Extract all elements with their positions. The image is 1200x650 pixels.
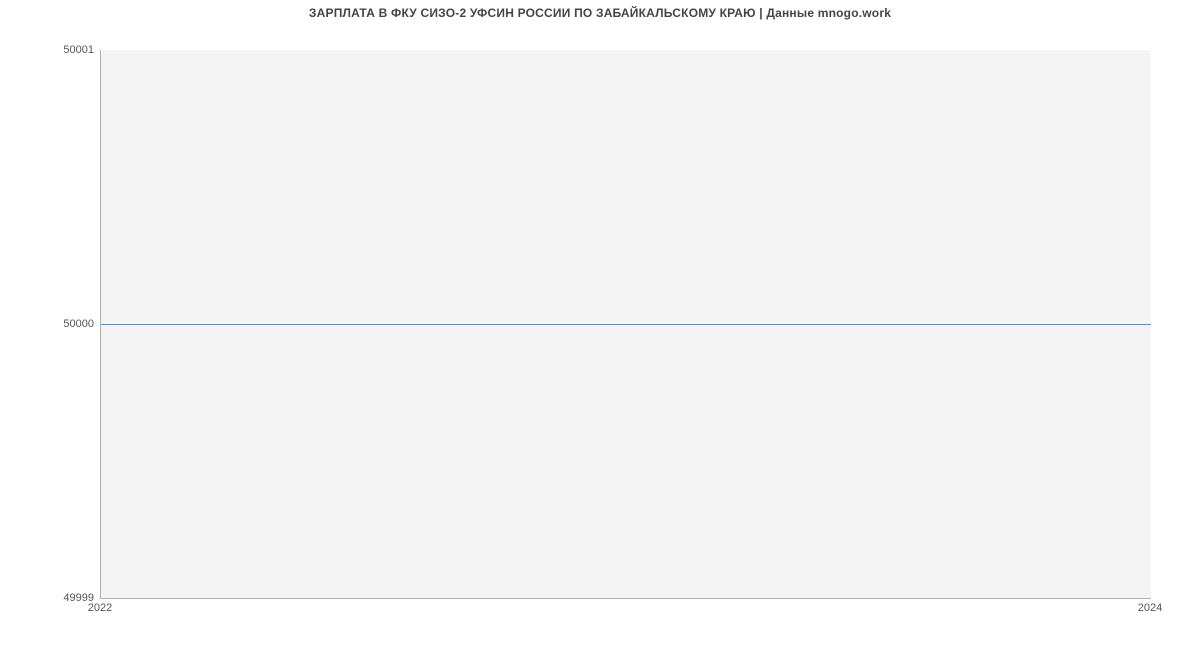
x-tick-label: 2022 — [88, 602, 112, 614]
x-tick-label: 2024 — [1138, 602, 1162, 614]
y-tick-label: 50001 — [4, 44, 94, 56]
plot-area — [100, 50, 1151, 599]
chart-container: ЗАРПЛАТА В ФКУ СИЗО-2 УФСИН РОССИИ ПО ЗА… — [0, 0, 1200, 650]
data-line — [101, 324, 1151, 325]
y-tick-label: 50000 — [4, 318, 94, 330]
y-tick-label: 49999 — [4, 592, 94, 604]
chart-title: ЗАРПЛАТА В ФКУ СИЗО-2 УФСИН РОССИИ ПО ЗА… — [0, 6, 1200, 20]
